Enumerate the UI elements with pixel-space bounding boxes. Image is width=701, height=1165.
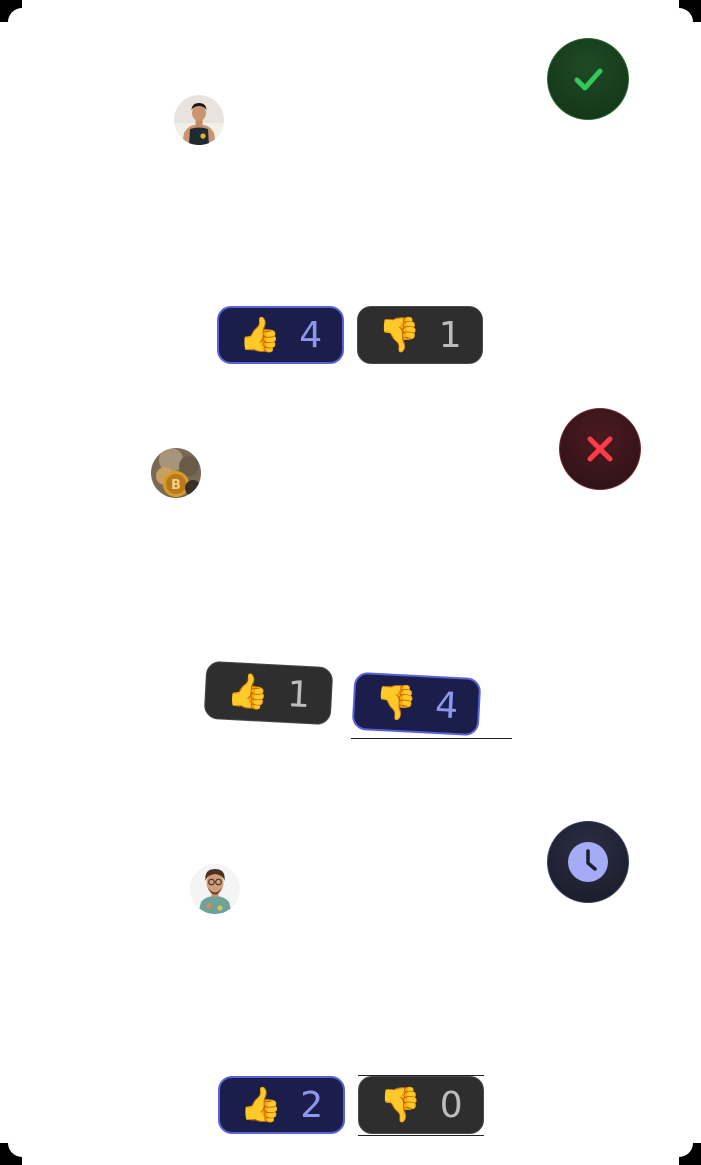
upvote-button[interactable]: 👍 2 [218, 1076, 345, 1134]
corner-top-right [679, 0, 701, 22]
status-rejected-badge [559, 408, 641, 490]
thumbs-up-icon: 👍 [225, 670, 271, 714]
thumbs-down-icon: 👎 [378, 315, 421, 355]
thumbs-up-icon: 👍 [238, 315, 282, 355]
status-pending-badge [547, 821, 629, 903]
corner-top-left [0, 0, 22, 22]
x-icon [587, 436, 613, 462]
thumbs-down-icon: 👎 [379, 1085, 422, 1125]
downvote-button[interactable]: 👎 0 [358, 1076, 484, 1134]
downvote-count: 4 [434, 684, 460, 727]
thumbs-up-icon: 👍 [239, 1085, 283, 1125]
clock-icon [568, 842, 608, 882]
bitcoin-avatar-icon: B [151, 448, 201, 498]
corner-bottom-right [679, 1143, 701, 1165]
upvote-count: 2 [300, 1084, 324, 1126]
divider [358, 1135, 484, 1136]
avatar[interactable] [174, 95, 224, 145]
upvote-count: 1 [286, 673, 312, 716]
status-approved-badge [547, 38, 629, 120]
person-avatar-icon [190, 864, 240, 914]
person-avatar-icon [174, 95, 224, 145]
thumbs-down-icon: 👎 [373, 681, 419, 725]
downvote-count: 0 [439, 1084, 463, 1126]
upvote-button[interactable]: 👍 4 [217, 306, 344, 364]
downvote-count: 1 [438, 314, 462, 356]
avatar[interactable]: B [151, 448, 201, 498]
check-icon [574, 68, 603, 91]
divider [351, 738, 512, 739]
svg-text:B: B [171, 478, 181, 493]
upvote-button[interactable]: 👍 1 [203, 660, 334, 726]
downvote-button[interactable]: 👎 4 [351, 671, 482, 737]
divider [358, 1075, 484, 1076]
corner-bottom-left [0, 1143, 22, 1165]
avatar[interactable] [190, 864, 240, 914]
upvote-count: 4 [299, 314, 323, 356]
downvote-button[interactable]: 👎 1 [357, 306, 483, 364]
